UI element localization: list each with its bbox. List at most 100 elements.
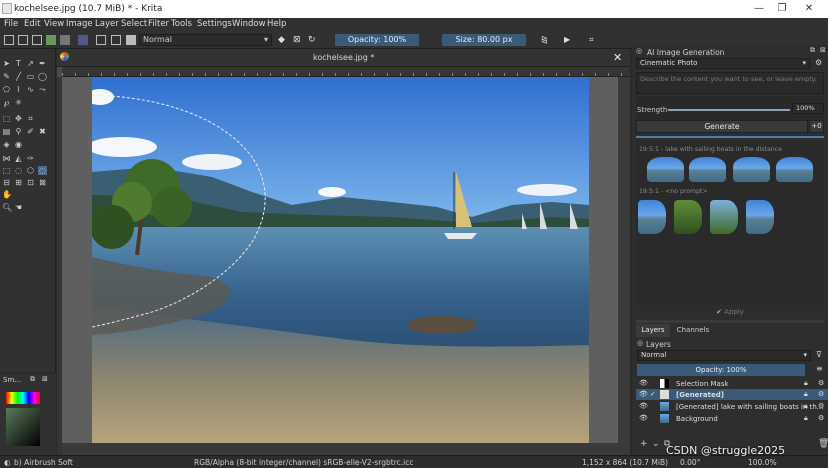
color-sampler-icon[interactable]: ⚲	[14, 127, 23, 136]
tab-channels[interactable]: Channels	[673, 324, 713, 337]
strength-spinbox[interactable]: 100%	[792, 103, 824, 114]
pan-hand-icon[interactable]: ☚	[14, 203, 23, 212]
horizontal-scrollbar[interactable]	[62, 443, 630, 455]
contiguous-select-icon[interactable]: ⊟	[2, 178, 11, 187]
opacity-slider[interactable]: Opacity: 100%	[335, 34, 419, 46]
style-select[interactable]: Cinematic Photo ▾	[636, 58, 810, 69]
gear-icon[interactable]: ⚙	[818, 390, 824, 398]
gear-icon[interactable]: ⚙	[818, 379, 824, 387]
move-tool-icon[interactable]: ✥	[14, 114, 23, 123]
layer-options-icon[interactable]: ⌄	[652, 439, 660, 449]
delete-layer-icon[interactable]: 🗑︎	[818, 439, 828, 449]
bezier-select-icon[interactable]: ⊡	[26, 178, 35, 187]
history-thumbnail[interactable]	[733, 157, 770, 182]
mirror-vertical-icon[interactable]: ▶	[564, 35, 574, 45]
gradient-tool-icon[interactable]: ▤	[2, 127, 11, 136]
status-zoom[interactable]: 100.0%	[748, 458, 777, 467]
history-thumbnail[interactable]	[638, 200, 666, 234]
color-square[interactable]	[6, 408, 40, 446]
lock-icon[interactable]: 🔒︎	[804, 390, 808, 399]
docker-close-icon[interactable]: ⊠	[42, 375, 48, 383]
smart-patch-icon[interactable]: ✖	[38, 127, 47, 136]
panel-splitter[interactable]	[636, 320, 824, 323]
history-thumbnail[interactable]	[710, 200, 738, 234]
menu-edit[interactable]: Edit	[24, 19, 40, 29]
colorize-mask-icon[interactable]: ✐	[26, 127, 35, 136]
layer-row[interactable]: 👁︎ Background 🔒︎ ⚙	[636, 413, 828, 424]
history-thumbnail[interactable]	[776, 157, 813, 182]
magnetic-select-icon[interactable]: ⊠	[38, 178, 47, 187]
multibrush-icon[interactable]: ✳	[14, 98, 23, 107]
eye-icon[interactable]: 👁︎	[639, 390, 648, 398]
polygon-tool-icon[interactable]: ⬠	[2, 85, 11, 94]
generate-button[interactable]: Generate	[636, 120, 808, 133]
menu-layer[interactable]: Layer	[95, 19, 119, 29]
menu-filter[interactable]: Filter	[148, 19, 169, 29]
history-thumbnail[interactable]	[647, 157, 684, 182]
reference-tool-icon[interactable]: ✑	[26, 154, 35, 163]
eye-icon[interactable]: 👁︎	[639, 414, 648, 422]
layer-row[interactable]: 👁︎ [Generated] lake with sailing boats i…	[636, 401, 828, 412]
menu-view[interactable]: View	[44, 19, 64, 29]
eraser-icon[interactable]: ◆	[278, 35, 288, 45]
menu-select[interactable]: Select	[121, 19, 147, 29]
canvas-image[interactable]	[92, 77, 589, 443]
brush-icon[interactable]	[126, 35, 136, 45]
measure-tool-icon[interactable]: ◭	[14, 154, 23, 163]
apply-button[interactable]: ✔ Apply	[636, 306, 824, 318]
settings-gear-icon[interactable]: ⚙	[815, 58, 822, 67]
canvas-tab-title[interactable]: kochelsee.jpg *	[313, 53, 374, 62]
dynamic-brush-icon[interactable]: ℘	[2, 98, 11, 107]
strength-slider[interactable]	[668, 109, 790, 111]
zoom-tool-icon[interactable]: 🔍︎	[2, 203, 12, 212]
pattern-swatch-icon[interactable]	[60, 35, 70, 45]
history-thumbnail[interactable]	[674, 200, 702, 234]
layer-row-active[interactable]: 👁︎ ✓ [Generated] 🔒︎ ⚙	[636, 389, 828, 400]
reload-preset-icon[interactable]: ↻	[308, 35, 318, 45]
vertical-scrollbar[interactable]	[618, 77, 630, 443]
lock-icon[interactable]: 🔒︎	[804, 379, 808, 388]
calligraphy-icon[interactable]: ✒	[38, 59, 47, 68]
eye-icon[interactable]: 👁︎	[639, 402, 648, 410]
gear-icon[interactable]: ⚙	[818, 402, 824, 410]
alpha-lock-icon[interactable]: ⊠	[293, 35, 303, 45]
new-document-icon[interactable]	[4, 35, 14, 45]
wrap-around-icon[interactable]: ⌗	[589, 35, 599, 45]
batch-count-button[interactable]: +0	[809, 120, 824, 133]
fill-tool-icon[interactable]: ◈	[2, 140, 11, 149]
pan-tool-icon[interactable]: ✋	[2, 190, 12, 199]
close-window-button[interactable]: ✕	[786, 0, 828, 18]
freehand-brush-icon[interactable]: ✎	[2, 72, 11, 81]
filter-icon[interactable]: ⊽	[816, 350, 822, 359]
close-tab-button[interactable]: ✕	[613, 51, 622, 64]
select-shape-icon[interactable]: ➤	[2, 59, 11, 68]
ellipse-tool-icon[interactable]: ◯	[38, 72, 47, 81]
similar-select-icon[interactable]: ⊞	[14, 178, 23, 187]
assistant-tool-icon[interactable]: ⋈	[2, 154, 11, 163]
size-slider[interactable]: Size: 80.00 px	[442, 34, 526, 46]
save-document-icon[interactable]	[32, 35, 42, 45]
add-layer-icon[interactable]: +	[640, 439, 648, 449]
tab-layers[interactable]: Layers	[636, 324, 670, 337]
crop-tool-icon[interactable]: ⌗	[26, 114, 35, 123]
menu-settings[interactable]: Settings	[197, 19, 232, 29]
preserve-alpha-icon[interactable]	[111, 35, 121, 45]
rectangle-tool-icon[interactable]: ▭	[26, 72, 35, 81]
layer-menu-icon[interactable]: ≡	[816, 364, 823, 373]
layer-blend-mode-select[interactable]: Normal ▾	[637, 350, 811, 361]
menu-window[interactable]: Window	[232, 19, 266, 29]
polyline-tool-icon[interactable]: ⌇	[14, 85, 23, 94]
gradient-swatch-icon[interactable]	[46, 35, 56, 45]
history-thumbnail[interactable]	[689, 157, 726, 182]
docker-float-icon[interactable]: ⧉	[810, 46, 815, 55]
hue-strip[interactable]	[6, 392, 40, 404]
blend-mode-select[interactable]: Normal ▾	[139, 34, 272, 46]
eye-icon[interactable]: 👁︎	[639, 379, 648, 387]
docker-close-icon[interactable]: ⊠	[820, 46, 826, 54]
layer-row[interactable]: 👁︎ Selection Mask 🔒︎ ⚙	[636, 378, 828, 389]
lock-icon[interactable]: 🔒︎	[804, 402, 808, 411]
ellipse-select-icon[interactable]: ◌	[14, 166, 23, 175]
edit-shape-icon[interactable]: ↗	[26, 59, 35, 68]
rect-select-icon[interactable]: ⬚	[2, 166, 11, 175]
freehand-select-icon[interactable]: ◌	[38, 166, 47, 175]
